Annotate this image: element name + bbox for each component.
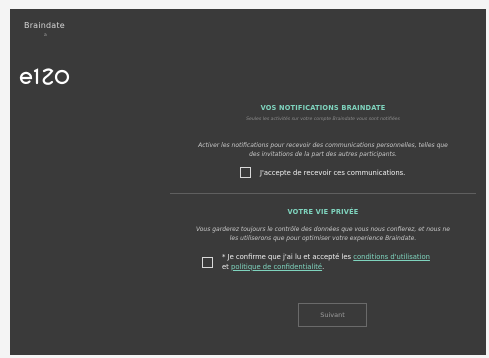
privacy-body-line1: Vous garderez toujours le contrôle des d…: [195, 226, 450, 233]
next-button[interactable]: Suivant: [298, 303, 367, 327]
sidebar: Braindate a: [10, 9, 96, 355]
notifications-subtitle: Seules les activités sur votre compte Br…: [246, 117, 400, 122]
section-divider: [170, 193, 476, 194]
main-content: VOS NOTIFICATIONS BRAINDATE Seules les a…: [170, 9, 476, 355]
consent-prefix: * Je confirme que j'ai lu et accepté les: [222, 253, 354, 261]
notifications-body-line1: Activer les notifications pour recevoir …: [198, 142, 448, 149]
e180-logo: [18, 65, 76, 87]
e180-logo-icon: [19, 68, 70, 85]
privacy-policy-link[interactable]: politique de confidentialité: [231, 263, 322, 271]
notifications-checkbox[interactable]: [240, 167, 251, 178]
privacy-body-line2: les utiliserons que pour optimiser votre…: [229, 235, 417, 242]
notifications-title: VOS NOTIFICATIONS BRAINDATE: [260, 104, 386, 112]
consent-suffix: .: [322, 262, 325, 271]
terms-link[interactable]: conditions d'utilisation: [353, 253, 430, 261]
privacy-consent-label: * Je confirme que j'ai lu et accepté les…: [222, 253, 482, 272]
app-frame: Braindate a VOS NOTIFICATIONS BRAINDATE …: [10, 9, 486, 355]
privacy-consent-checkbox[interactable]: [202, 257, 213, 268]
notifications-checkbox-label[interactable]: J'accepte de recevoir ces communications…: [260, 169, 405, 177]
consent-mid: et: [222, 262, 232, 271]
brand-name: Braindate: [24, 21, 65, 30]
notifications-body-line2: des invitations de la part des autres pa…: [249, 151, 397, 158]
privacy-title: VOTRE VIE PRIVÉE: [287, 208, 359, 216]
brand-subtext: a: [44, 33, 47, 38]
